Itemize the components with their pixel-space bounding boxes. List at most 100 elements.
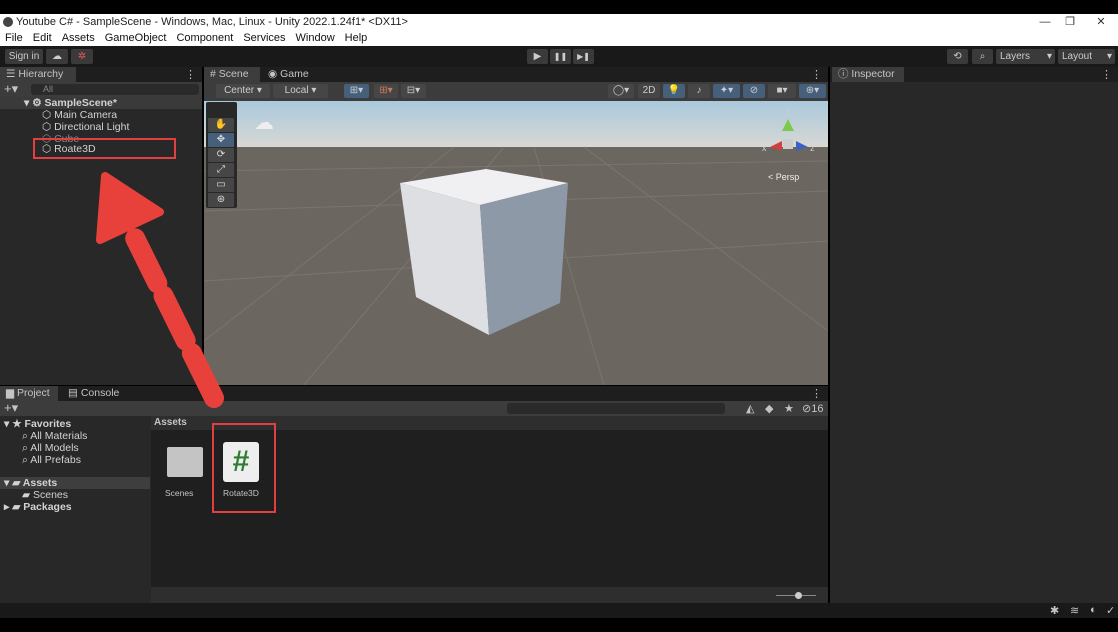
highlight-box xyxy=(212,423,276,513)
history-icon[interactable]: ⟲ xyxy=(947,49,968,64)
visibility-icon[interactable]: ⊘ xyxy=(743,84,765,98)
item-label: Main Camera xyxy=(54,109,118,121)
menu-window[interactable]: Window xyxy=(291,31,340,46)
add-icon[interactable]: +▾ xyxy=(4,82,18,96)
list-item[interactable]: ⌕ All Prefabs xyxy=(0,454,150,466)
rotate-tool-icon[interactable]: ⟳ xyxy=(208,148,234,162)
favorite-icon[interactable]: ★ xyxy=(784,402,794,415)
scene-panel: # Scene ◉ Game ⋮ Center ▾ Local ▾ ⊞▾ ⊞▾ … xyxy=(204,67,828,385)
menu-edit[interactable]: Edit xyxy=(28,31,57,46)
shading-dropdown[interactable]: ◯▾ xyxy=(608,84,634,98)
more-icon[interactable]: ⋮ xyxy=(1101,68,1112,81)
list-item[interactable]: ⬡ Main Camera xyxy=(0,109,202,121)
add-icon[interactable]: +▾ xyxy=(4,401,18,415)
scene-viewport[interactable]: ☁ y x z < Persp xyxy=(204,101,828,385)
scene-toolbar: Center ▾ Local ▾ ⊞▾ ⊞▾ ⊟▾ ◯▾ 2D 💡 ♪ ✦▾ ⊘… xyxy=(204,82,828,101)
window-title: Youtube C# - SampleScene - Windows, Mac,… xyxy=(0,14,1118,31)
grid-snap-icon[interactable]: ⊞▾ xyxy=(344,84,369,98)
tab-console[interactable]: ▤ Console xyxy=(62,386,125,401)
list-item[interactable]: ⌕ All Models xyxy=(0,442,150,454)
item-label: Packages xyxy=(23,501,72,513)
layers-dropdown[interactable]: Layers ▾ xyxy=(996,49,1055,64)
increment-snap-icon[interactable]: ⊟▾ xyxy=(401,84,426,98)
menu-component[interactable]: Component xyxy=(171,31,238,46)
favorites-row[interactable]: ▾ ★ Favorites xyxy=(0,418,150,430)
favorites-label: Favorites xyxy=(24,418,72,430)
hierarchy-search-input[interactable]: All xyxy=(31,84,199,95)
collab-icon[interactable]: ✲ xyxy=(71,49,93,64)
more-icon[interactable]: ⋮ xyxy=(811,387,822,400)
snap-icon[interactable]: ⊞▾ xyxy=(374,84,398,98)
more-icon[interactable]: ⋮ xyxy=(811,68,822,81)
menu-services[interactable]: Services xyxy=(238,31,290,46)
move-tool-icon[interactable]: ✥ xyxy=(208,133,234,147)
space-dropdown[interactable]: Local ▾ xyxy=(273,84,328,98)
filter-type-icon[interactable]: ◭ xyxy=(746,402,754,415)
maximize-button[interactable]: ❐ xyxy=(1053,14,1087,31)
chevron-down-icon: ▾ xyxy=(1046,51,1052,62)
folder-icon[interactable] xyxy=(167,447,203,477)
scene-name: SampleScene* xyxy=(44,97,117,109)
menu-help[interactable]: Help xyxy=(340,31,373,46)
pause-button[interactable]: ❚❚ xyxy=(550,49,571,64)
tab-hierarchy[interactable]: ☰ Hierarchy xyxy=(0,67,76,82)
tab-inspector[interactable]: ⓘ Inspector xyxy=(832,67,904,82)
step-button[interactable]: ▶❚ xyxy=(573,49,594,64)
menu-file[interactable]: File xyxy=(0,31,28,46)
project-tree: ▾ ★ Favorites ⌕ All Materials ⌕ All Mode… xyxy=(0,416,150,603)
camera-dropdown[interactable]: ■▾ xyxy=(768,84,796,98)
tab-project[interactable]: ▆ Project xyxy=(0,386,58,401)
tree-packages[interactable]: ▸ ▰ Packages xyxy=(0,501,150,513)
layout-dropdown[interactable]: Layout ▾ xyxy=(1058,49,1115,64)
sign-in-button[interactable]: Sign in xyxy=(5,49,43,64)
inspector-panel: ⓘ Inspector ⋮ xyxy=(830,67,1118,603)
hierarchy-tabstrip: ☰ Hierarchy ⋮ xyxy=(0,67,202,82)
space-label: Local xyxy=(284,85,309,96)
search-icon[interactable]: ⌕ xyxy=(972,49,993,64)
bug-icon[interactable]: ✱ xyxy=(1050,604,1059,617)
effects-icon[interactable]: ✦▾ xyxy=(713,84,740,98)
check-icon[interactable]: ✓ xyxy=(1106,604,1115,617)
transform-tool-icon[interactable]: ⊛ xyxy=(208,193,234,207)
rect-tool-icon[interactable]: ▭ xyxy=(208,178,234,192)
pivot-dropdown[interactable]: Center ▾ xyxy=(216,84,270,98)
gizmos-dropdown[interactable]: ⊕▾ xyxy=(799,84,826,98)
project-search-input[interactable] xyxy=(507,403,725,414)
progress-icon[interactable]: ◐ xyxy=(1090,604,1097,616)
layers-label: Layers xyxy=(1000,51,1031,62)
label-icon[interactable]: ◆ xyxy=(765,402,773,415)
scene-row[interactable]: ▾ ⚙ SampleScene* xyxy=(0,97,202,109)
tree-scenes[interactable]: ▰ Scenes xyxy=(0,489,150,501)
play-button[interactable]: ▶ xyxy=(527,49,548,64)
close-button[interactable]: ✕ xyxy=(1084,14,1118,31)
cloud-icon[interactable]: ☁ xyxy=(46,49,68,64)
audio-icon[interactable]: ♪ xyxy=(688,84,710,98)
hierarchy-toolbar: +▾ All xyxy=(0,82,202,97)
list-item[interactable]: ⌕ All Materials xyxy=(0,430,150,442)
scale-tool-icon[interactable]: ⤢ xyxy=(208,163,234,177)
cache-icon[interactable]: ≋ xyxy=(1070,604,1079,617)
tab-game[interactable]: ◉ Game xyxy=(262,67,315,82)
item-label: All Materials xyxy=(30,430,88,442)
menu-assets[interactable]: Assets xyxy=(57,31,100,46)
slider-handle[interactable] xyxy=(795,592,802,599)
hidden-packages-icon[interactable]: ⊘16 xyxy=(802,402,823,415)
asset-grid: Assets Scenes # Rotate3D xyxy=(151,416,828,603)
main-toolbar: Sign in ☁ ✲ ▶ ❚❚ ▶❚ ⟲ ⌕ Layers ▾ Layout ▾ xyxy=(0,46,1118,67)
item-label: Scenes xyxy=(33,489,69,501)
tab-label: Inspector xyxy=(851,68,895,80)
list-item[interactable]: ⬡ Directional Light xyxy=(0,121,202,133)
lighting-icon[interactable]: 💡 xyxy=(663,84,685,98)
2d-toggle[interactable]: 2D xyxy=(638,84,660,98)
more-icon[interactable]: ⋮ xyxy=(185,68,196,81)
tab-scene[interactable]: # Scene xyxy=(204,67,260,82)
hand-tool-icon[interactable]: ✋ xyxy=(208,118,234,132)
tab-label: Scene xyxy=(218,68,249,80)
tree-assets[interactable]: ▾ ▰ Assets xyxy=(0,477,150,489)
chevron-down-icon: ▾ xyxy=(1106,51,1112,62)
menu-gameobject[interactable]: GameObject xyxy=(100,31,172,46)
unity-logo-icon xyxy=(3,17,13,27)
asset-scenes[interactable]: Scenes xyxy=(165,488,193,498)
projection-toggle[interactable]: < Persp xyxy=(768,172,799,182)
project-footer xyxy=(151,587,828,603)
